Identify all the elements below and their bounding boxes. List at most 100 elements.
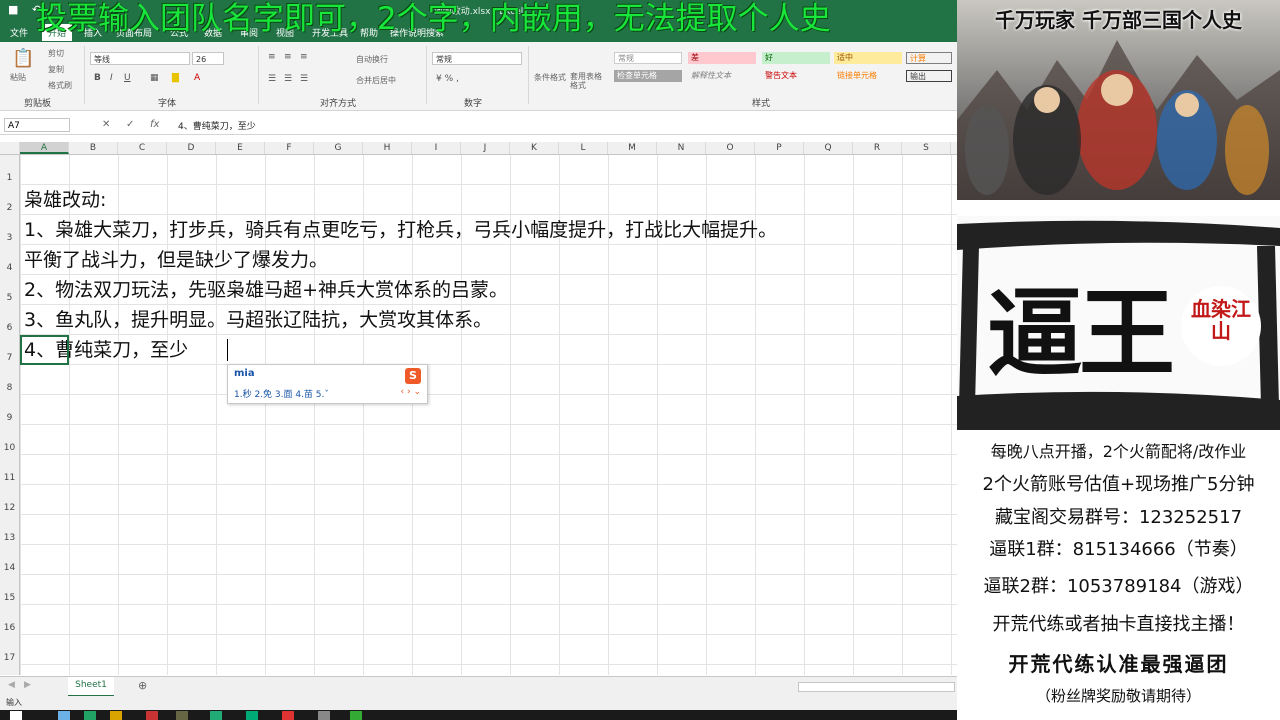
- bold-button[interactable]: B: [94, 73, 101, 83]
- taskbar-app-icon[interactable]: [282, 711, 294, 720]
- tab-file[interactable]: 文件: [10, 26, 28, 39]
- row-header-15[interactable]: 15: [0, 593, 19, 603]
- row-header-16[interactable]: 16: [0, 623, 19, 633]
- underline-button[interactable]: U: [124, 73, 131, 83]
- taskbar-app-icon[interactable]: [58, 711, 70, 720]
- align-right-icon[interactable]: ☰: [300, 74, 308, 84]
- border-icon[interactable]: ▦: [150, 73, 159, 83]
- start-icon[interactable]: [10, 711, 22, 720]
- taskbar-app-icon[interactable]: [176, 711, 188, 720]
- column-header-l[interactable]: L: [559, 142, 608, 154]
- taskbar-app-icon[interactable]: [318, 711, 330, 720]
- align-middle-icon[interactable]: ≡: [284, 52, 292, 62]
- sheet-tab-sheet1[interactable]: Sheet1: [68, 677, 114, 697]
- column-header-h[interactable]: H: [363, 142, 412, 154]
- row-header-8[interactable]: 8: [0, 383, 19, 393]
- column-header-g[interactable]: G: [314, 142, 363, 154]
- row-header-5[interactable]: 5: [0, 293, 19, 303]
- taskbar-app-icon[interactable]: [210, 711, 222, 720]
- style-normal[interactable]: 常规: [614, 52, 682, 64]
- column-header-c[interactable]: C: [118, 142, 167, 154]
- cell-a2[interactable]: 枭雄改动:: [24, 188, 106, 212]
- style-explanatory[interactable]: 解释性文本: [688, 70, 756, 82]
- scroll-left-icon[interactable]: ◀: [8, 680, 15, 690]
- add-sheet-icon[interactable]: ⊕: [138, 679, 147, 692]
- number-format-select[interactable]: 常规: [432, 52, 522, 65]
- fill-color-icon[interactable]: ▇: [172, 73, 179, 83]
- select-all-corner[interactable]: [0, 142, 20, 154]
- row-header-12[interactable]: 12: [0, 503, 19, 513]
- row-header-3[interactable]: 3: [0, 233, 19, 243]
- style-warning[interactable]: 警告文本: [762, 70, 830, 82]
- cancel-icon[interactable]: ✕: [102, 119, 110, 130]
- column-header-q[interactable]: Q: [804, 142, 853, 154]
- row-header-1[interactable]: 1: [0, 173, 19, 183]
- align-top-icon[interactable]: ≡: [268, 52, 276, 62]
- taskbar-app-icon[interactable]: [110, 711, 122, 720]
- style-neutral[interactable]: 适中: [834, 52, 902, 64]
- align-left-icon[interactable]: ☰: [268, 74, 276, 84]
- font-name-select[interactable]: 等线: [90, 52, 190, 65]
- column-header-o[interactable]: O: [706, 142, 755, 154]
- scroll-right-icon[interactable]: ▶: [24, 680, 31, 690]
- copy-button[interactable]: 复制: [48, 64, 64, 75]
- column-header-b[interactable]: B: [69, 142, 118, 154]
- conditional-format-button[interactable]: 条件格式: [534, 72, 566, 83]
- column-header-m[interactable]: M: [608, 142, 657, 154]
- font-size-select[interactable]: 26: [192, 52, 224, 65]
- cut-button[interactable]: 剪切: [48, 48, 64, 59]
- paste-button[interactable]: 粘贴: [10, 72, 26, 83]
- row-header-7[interactable]: 7: [0, 353, 19, 363]
- row-header-14[interactable]: 14: [0, 563, 19, 573]
- column-header-k[interactable]: K: [510, 142, 559, 154]
- style-bad[interactable]: 差: [688, 52, 756, 64]
- taskbar-app-icon[interactable]: [246, 711, 258, 720]
- ime-page-arrows-icon[interactable]: ‹ › ⌄: [401, 387, 421, 397]
- wrap-text-button[interactable]: 自动换行: [356, 54, 388, 65]
- ime-candidates[interactable]: 1.秒 2.免 3.面 4.苗 5.ˇ: [234, 387, 329, 400]
- row-header-10[interactable]: 10: [0, 443, 19, 453]
- column-header-a[interactable]: A: [20, 142, 69, 154]
- cell-a5[interactable]: 2、物法双刀玩法，先驱枭雄马超+神兵大赏体系的吕蒙。: [24, 278, 508, 302]
- row-header-9[interactable]: 9: [0, 413, 19, 423]
- column-header-s[interactable]: S: [902, 142, 951, 154]
- italic-button[interactable]: I: [110, 73, 113, 83]
- column-header-j[interactable]: J: [461, 142, 510, 154]
- format-as-table-button[interactable]: 套用表格格式: [570, 72, 606, 90]
- column-header-p[interactable]: P: [755, 142, 804, 154]
- row-header-17[interactable]: 17: [0, 653, 19, 663]
- name-box[interactable]: A7: [4, 118, 70, 132]
- cell-a4[interactable]: 平衡了战斗力，但是缺少了爆发力。: [24, 248, 328, 272]
- horizontal-scrollbar[interactable]: [798, 682, 955, 692]
- row-header-6[interactable]: 6: [0, 323, 19, 333]
- style-linked-cell[interactable]: 链接单元格: [834, 70, 902, 82]
- column-header-n[interactable]: N: [657, 142, 706, 154]
- column-header-d[interactable]: D: [167, 142, 216, 154]
- row-header-11[interactable]: 11: [0, 473, 19, 483]
- align-center-icon[interactable]: ☰: [284, 74, 292, 84]
- merge-center-button[interactable]: 合并后居中: [356, 75, 396, 86]
- column-header-f[interactable]: F: [265, 142, 314, 154]
- row-header-4[interactable]: 4: [0, 263, 19, 273]
- column-header-e[interactable]: E: [216, 142, 265, 154]
- paste-icon[interactable]: 📋: [12, 48, 34, 69]
- column-header-r[interactable]: R: [853, 142, 902, 154]
- column-header-i[interactable]: I: [412, 142, 461, 154]
- style-check-cell[interactable]: 检查单元格: [614, 70, 682, 82]
- cell-a6[interactable]: 3、鱼丸队，提升明显。马超张辽陆抗，大赏攻其体系。: [24, 308, 492, 332]
- enter-icon[interactable]: ✓: [126, 119, 134, 130]
- style-calculation[interactable]: 计算: [906, 52, 952, 64]
- currency-icon[interactable]: ¥ % ,: [436, 74, 459, 84]
- cell-a3[interactable]: 1、枭雄大菜刀，打步兵，骑兵有点更吃亏，打枪兵，弓兵小幅度提升，打战比大幅提升。: [24, 218, 777, 242]
- format-painter-button[interactable]: 格式刷: [48, 80, 72, 91]
- align-bottom-icon[interactable]: ≡: [300, 52, 308, 62]
- insert-function-icon[interactable]: fx: [150, 119, 159, 130]
- taskbar-app-icon[interactable]: [350, 711, 362, 720]
- style-output[interactable]: 输出: [906, 70, 952, 82]
- taskbar-app-icon[interactable]: [146, 711, 158, 720]
- row-header-2[interactable]: 2: [0, 203, 19, 213]
- excel-taskbar-icon[interactable]: [84, 711, 96, 720]
- font-color-icon[interactable]: A: [194, 73, 200, 83]
- formula-input[interactable]: 4、曹纯菜刀，至少: [178, 119, 256, 132]
- style-good[interactable]: 好: [762, 52, 830, 64]
